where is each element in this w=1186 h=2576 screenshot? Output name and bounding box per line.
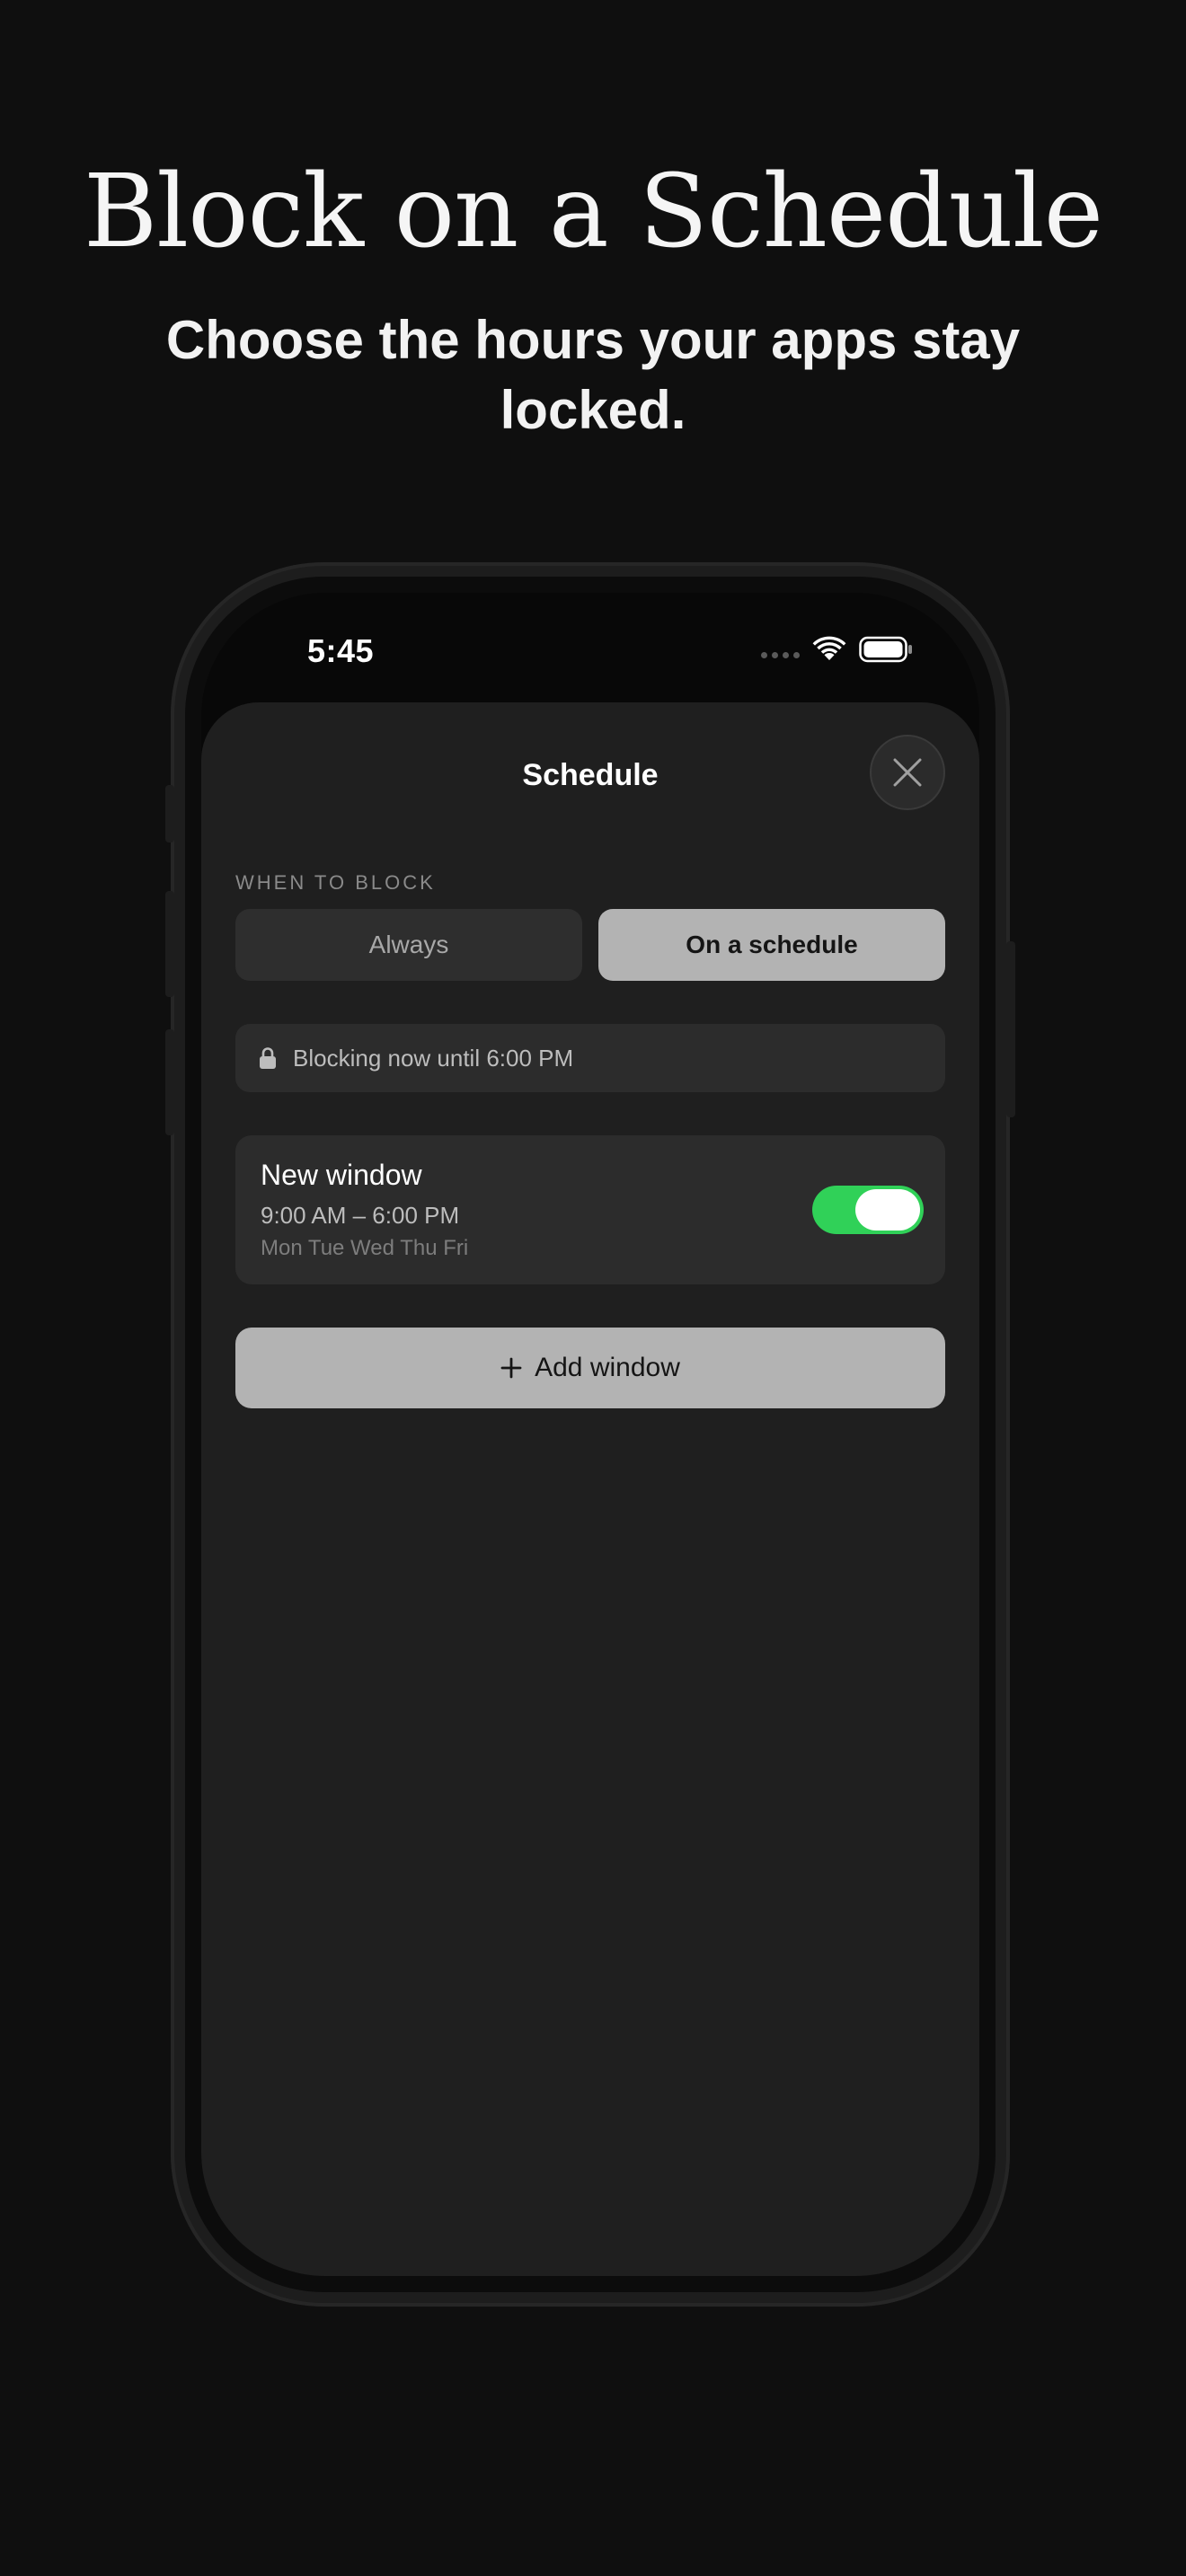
plus-icon bbox=[500, 1357, 522, 1379]
phone-action-button bbox=[165, 785, 174, 842]
lock-icon bbox=[260, 1047, 276, 1069]
schedule-sheet: Schedule WHEN TO BLOCK Always On a sched… bbox=[201, 702, 979, 2276]
status-bar-time: 5:45 bbox=[307, 632, 375, 669]
segment-always[interactable]: Always bbox=[235, 909, 582, 981]
battery-icon bbox=[859, 636, 912, 663]
hero-title: Block on a Schedule bbox=[83, 154, 1103, 270]
add-window-label: Add window bbox=[535, 1353, 680, 1382]
sheet-title: Schedule bbox=[522, 758, 659, 792]
phone-power-button bbox=[1006, 941, 1015, 1117]
window-enabled-toggle[interactable] bbox=[812, 1186, 924, 1234]
hero-subtitle: Choose the hours your apps stay locked. bbox=[165, 310, 1021, 440]
wifi-icon bbox=[812, 636, 846, 660]
window-time-range: 9:00 AM – 6:00 PM bbox=[261, 1202, 460, 1229]
phone-volume-up-button bbox=[165, 891, 174, 997]
signal-dots-icon bbox=[761, 651, 800, 658]
blocking-status-text: Blocking now until 6:00 PM bbox=[293, 1044, 574, 1072]
add-window-button[interactable]: Add window bbox=[235, 1328, 945, 1408]
window-days: Mon Tue Wed Thu Fri bbox=[261, 1236, 469, 1260]
schedule-window-card[interactable]: New window 9:00 AM – 6:00 PM Mon Tue Wed… bbox=[235, 1135, 945, 1284]
phone-bezel: 5:45 Schedule WHEN TO BLOCK Always On a … bbox=[185, 577, 996, 2292]
block-mode-segmented-control: Always On a schedule bbox=[235, 909, 945, 981]
status-bar-icons bbox=[761, 634, 913, 665]
segment-on-a-schedule[interactable]: On a schedule bbox=[598, 909, 945, 981]
phone-screen: 5:45 Schedule WHEN TO BLOCK Always On a … bbox=[201, 593, 979, 2276]
toggle-knob bbox=[855, 1189, 920, 1231]
phone-frame: 5:45 Schedule WHEN TO BLOCK Always On a … bbox=[165, 562, 1015, 2307]
close-button[interactable] bbox=[870, 735, 945, 810]
phone-volume-down-button bbox=[165, 1029, 174, 1135]
when-to-block-label: WHEN TO BLOCK bbox=[235, 871, 436, 894]
close-icon bbox=[893, 758, 922, 787]
window-name: New window bbox=[261, 1159, 422, 1191]
blocking-status-banner: Blocking now until 6:00 PM bbox=[235, 1024, 945, 1092]
